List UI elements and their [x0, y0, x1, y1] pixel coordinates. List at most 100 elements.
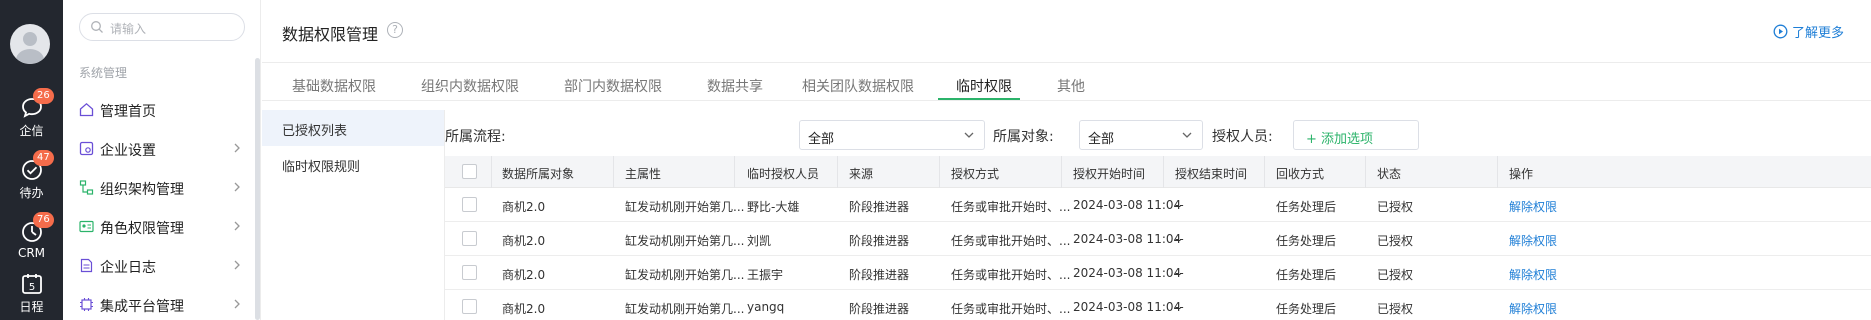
revoke-permission-link[interactable]: 解除权限: [1509, 198, 1557, 215]
sidebar-item-label: 企业日志: [100, 260, 156, 276]
column-header[interactable]: 操作: [1509, 165, 1533, 182]
cell-object: 商机2.0: [502, 234, 546, 248]
tab-org-data[interactable]: 组织内数据权限: [421, 76, 519, 96]
revoke-permission-link[interactable]: 解除权限: [1509, 266, 1557, 283]
cell-grantee: 王振宇: [747, 268, 784, 282]
cell-grantee: 野比-大雄: [747, 200, 800, 214]
column-header[interactable]: 状态: [1377, 165, 1401, 182]
process-filter-label: 所属流程:: [445, 129, 506, 145]
sidebar-item-role-permissions[interactable]: 角色权限管理: [63, 209, 255, 243]
cell-source: 阶段推进器: [849, 302, 910, 316]
sidebar-item-home[interactable]: 管理首页: [63, 92, 255, 126]
chevron-down-icon: [1182, 132, 1192, 138]
rail-item-qixin[interactable]: 26 企信: [0, 88, 63, 144]
tab-bar: 基础数据权限 组织内数据权限 部门内数据权限 数据共享 相关团队数据权限 临时权…: [262, 63, 1871, 101]
revoke-permission-link[interactable]: 解除权限: [1509, 300, 1557, 317]
cell-start-time: 2024-03-08 11:04: [1073, 266, 1182, 280]
sidebar-item-company-log[interactable]: 企业日志: [63, 248, 255, 282]
cell-main-attr[interactable]: 缸发动机刚开始第几...: [625, 266, 744, 283]
table-row: 商机2.0 缸发动机刚开始第几... yangq 阶段推进器 任务或审批开始时、…: [445, 290, 1871, 320]
column-header[interactable]: 来源: [849, 165, 873, 182]
cell-status: 已授权: [1377, 234, 1414, 248]
tab-team-data[interactable]: 相关团队数据权限: [802, 76, 914, 96]
column-divider: [734, 156, 735, 188]
table-header: 数据所属对象 主属性 临时授权人员 来源 授权方式 授权开始时间 授权结束时间 …: [445, 156, 1871, 188]
cell-start-time: 2024-03-08 11:04: [1073, 232, 1182, 246]
cell-status: 已授权: [1377, 268, 1414, 282]
add-option-label: + 添加选项: [1306, 132, 1374, 147]
tab-data-sharing[interactable]: 数据共享: [707, 76, 763, 96]
active-tab-indicator: [938, 98, 1020, 100]
column-header[interactable]: 回收方式: [1276, 165, 1324, 182]
tab-basic-data[interactable]: 基础数据权限: [292, 76, 376, 96]
subnav-label: 临时权限规则: [282, 160, 361, 175]
cell-status: 已授权: [1377, 200, 1414, 214]
rail-label: 待办: [19, 186, 44, 200]
cell-end-time: --: [1175, 198, 1184, 212]
cell-main-attr[interactable]: 缸发动机刚开始第几...: [625, 300, 744, 317]
cell-main-attr[interactable]: 缸发动机刚开始第几...: [625, 198, 744, 215]
column-divider: [1163, 156, 1164, 188]
column-header[interactable]: 主属性: [625, 165, 661, 182]
row-checkbox[interactable]: [462, 265, 477, 280]
revoke-permission-link[interactable]: 解除权限: [1509, 232, 1557, 249]
table-row: 商机2.0 缸发动机刚开始第几... 王振宇 阶段推进器 任务或审批开始时、..…: [445, 256, 1871, 290]
cell-source: 阶段推进器: [849, 268, 910, 282]
search-icon: [91, 21, 103, 33]
company-settings-icon: [79, 141, 94, 156]
sidebar-item-org-structure[interactable]: 组织架构管理: [63, 170, 255, 204]
sidebar-item-label: 企业设置: [100, 143, 156, 159]
cell-main-attr[interactable]: 缸发动机刚开始第几...: [625, 232, 744, 249]
cell-revoke-method: 任务处理后: [1276, 200, 1337, 214]
sidebar-scrollbar[interactable]: [255, 58, 260, 320]
column-divider: [1497, 156, 1498, 188]
sidebar-item-company-settings[interactable]: 企业设置: [63, 131, 255, 165]
rail-item-crm[interactable]: 76 CRM: [0, 212, 63, 268]
rail-item-todo[interactable]: 47 待办: [0, 150, 63, 206]
column-header[interactable]: 授权方式: [951, 165, 999, 182]
calendar-icon: 5: [22, 274, 42, 294]
chevron-right-icon: [234, 260, 240, 270]
object-select[interactable]: 全部: [1079, 120, 1203, 150]
search-input[interactable]: 请输入: [79, 13, 245, 41]
cell-revoke-method: 任务处理后: [1276, 268, 1337, 282]
unread-badge: 26: [33, 88, 54, 104]
column-header[interactable]: 授权开始时间: [1073, 165, 1145, 182]
org-tree-icon: [79, 180, 94, 195]
cell-object: 商机2.0: [502, 268, 546, 282]
rail-item-calendar[interactable]: 5 日程: [0, 270, 63, 320]
tab-temporary-permissions[interactable]: 临时权限: [956, 76, 1012, 96]
log-document-icon: [80, 258, 93, 273]
integration-icon: [80, 298, 93, 311]
column-header[interactable]: 数据所属对象: [502, 165, 574, 182]
tab-dept-data[interactable]: 部门内数据权限: [564, 76, 662, 96]
sidebar-item-label: 组织架构管理: [100, 182, 184, 198]
select-all-checkbox[interactable]: [462, 164, 477, 179]
column-header[interactable]: 临时授权人员: [747, 165, 819, 182]
play-circle-icon: [1773, 24, 1788, 39]
column-divider: [939, 156, 940, 188]
subnav: 已授权列表 临时权限规则: [262, 110, 444, 320]
cell-grantee: yangq: [747, 300, 785, 314]
cell-source: 阶段推进器: [849, 234, 910, 248]
cell-object: 商机2.0: [502, 200, 546, 214]
help-icon[interactable]: ?: [387, 22, 403, 38]
add-option-button[interactable]: + 添加选项: [1293, 120, 1419, 150]
user-avatar[interactable]: [10, 24, 50, 64]
column-divider: [613, 156, 614, 188]
object-filter-label: 所属对象:: [993, 129, 1054, 145]
cell-end-time: --: [1175, 266, 1184, 280]
sidebar-item-label: 集成平台管理: [100, 299, 184, 315]
process-select[interactable]: 全部: [799, 120, 985, 150]
column-divider: [1061, 156, 1062, 188]
row-checkbox[interactable]: [462, 299, 477, 314]
column-header[interactable]: 授权结束时间: [1175, 165, 1247, 182]
row-checkbox[interactable]: [462, 197, 477, 212]
tab-other[interactable]: 其他: [1057, 76, 1085, 96]
row-checkbox[interactable]: [462, 231, 477, 246]
subnav-temp-rules[interactable]: 临时权限规则: [262, 146, 444, 182]
sidebar-item-integration[interactable]: 集成平台管理: [63, 287, 255, 320]
subnav-authorized-list[interactable]: 已授权列表: [262, 110, 444, 146]
rail-label: 日程: [19, 300, 44, 314]
object-select-value: 全部: [1088, 132, 1115, 147]
